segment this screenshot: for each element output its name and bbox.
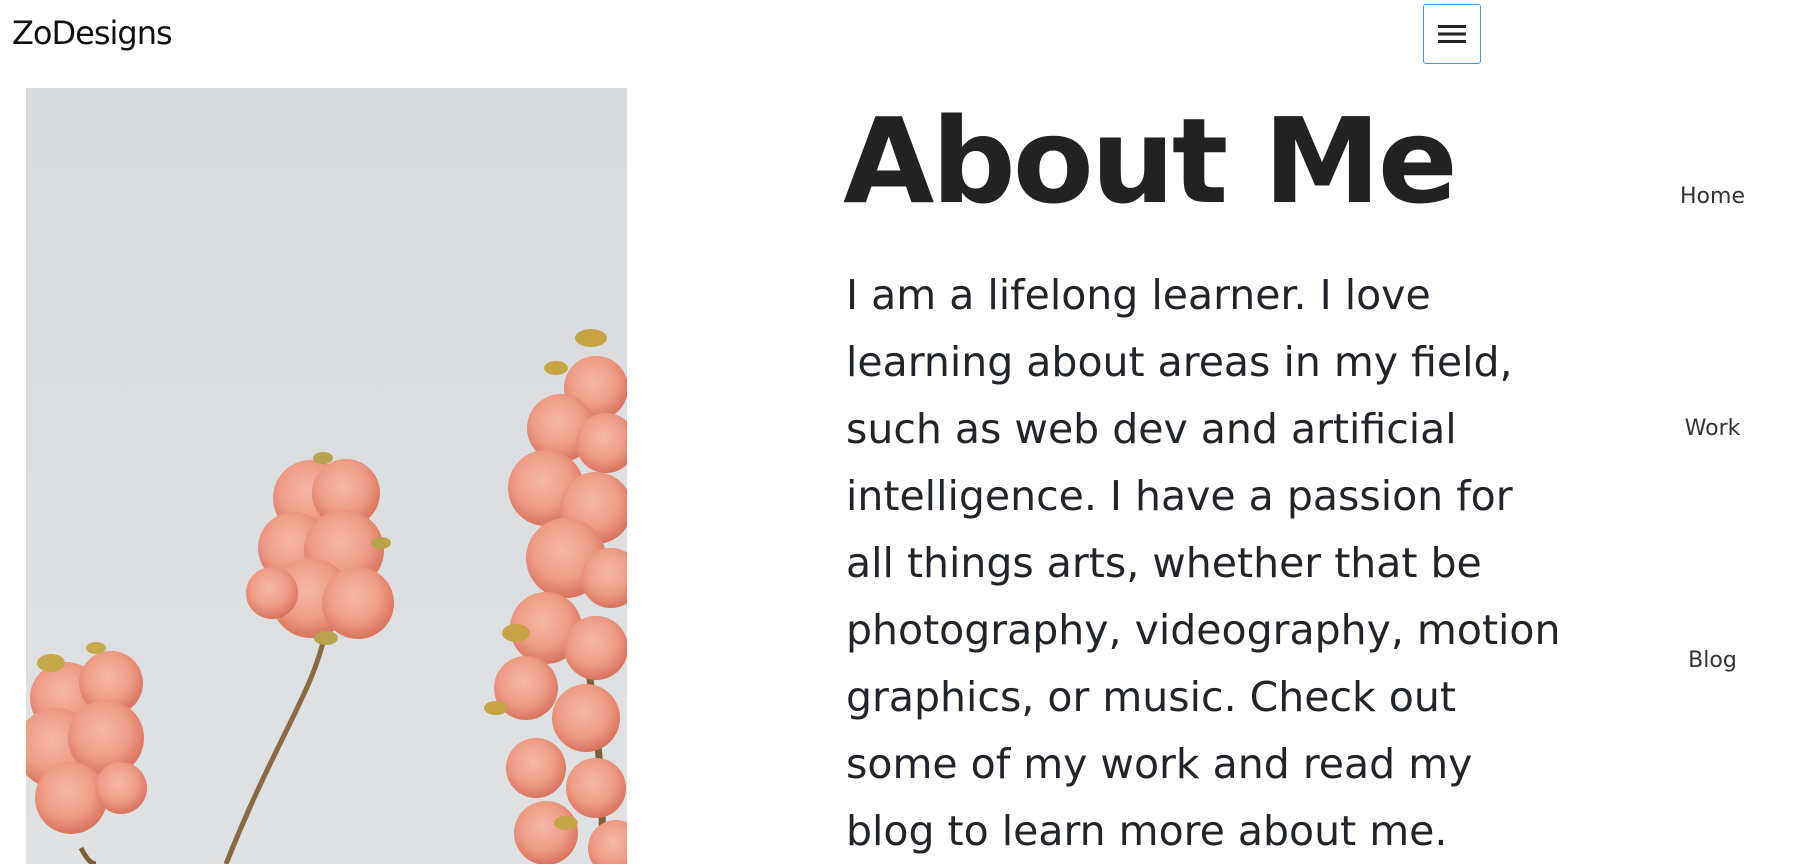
nav-link-work[interactable]: Work [1640,416,1785,441]
brand-logo[interactable]: ZoDesigns [12,14,173,52]
blossom-photo [26,88,627,864]
menu-icon [1438,24,1466,44]
page-title: About Me [843,92,1458,230]
nav-link-home[interactable]: Home [1640,184,1785,209]
bio-paragraph: I am a lifelong learner. I love learning… [846,271,1561,855]
page: ZoDesigns About Me I am a lifelong learn… [0,0,1817,864]
nav-link-blog[interactable]: Blog [1640,648,1785,673]
menu-toggle-button[interactable] [1423,4,1481,64]
